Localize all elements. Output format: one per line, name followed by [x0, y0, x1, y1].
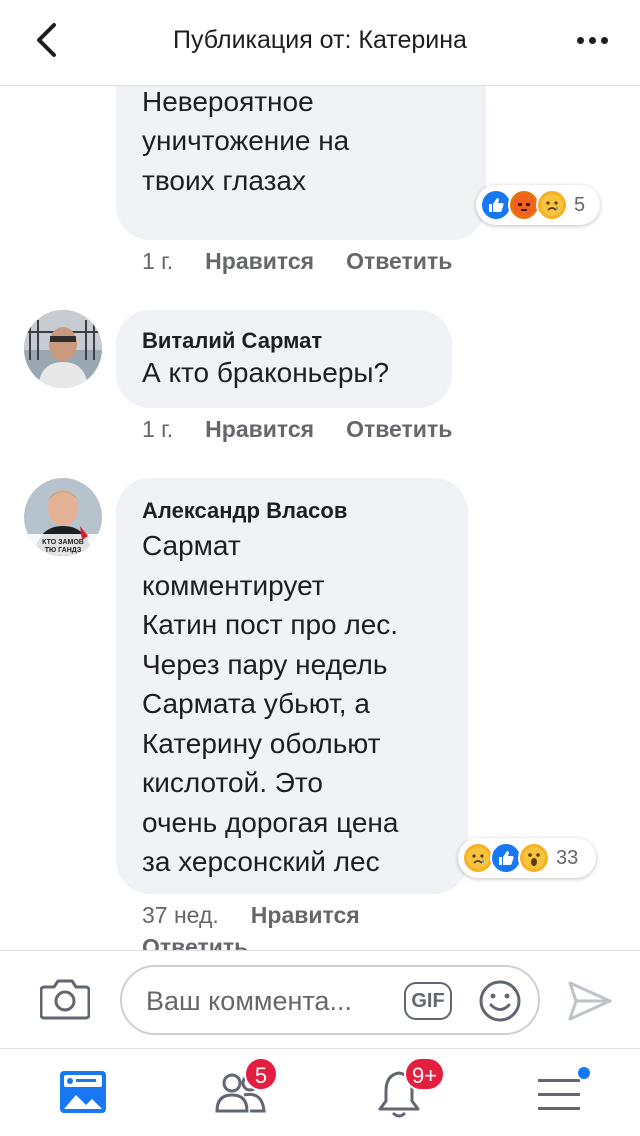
comment-author[interactable]: Виталий Сармат	[142, 310, 426, 354]
avatar-caption: КТО ЗАМОВ	[42, 539, 84, 546]
like-comment-button[interactable]: Нравится	[251, 902, 360, 928]
comment-composer: Ваш коммента... GIF	[0, 950, 640, 1048]
reactions-summary[interactable]: 33	[458, 838, 596, 878]
comment-input-placeholder: Ваш коммента...	[146, 986, 352, 1016]
menu-icon	[538, 1079, 580, 1110]
chevron-left-icon	[37, 23, 56, 57]
reply-comment-button[interactable]: Ответить	[346, 248, 452, 274]
comment-text: Сармат комментирует Катин пост про лес. …	[142, 530, 399, 877]
tab-friends[interactable]: 5	[190, 1049, 290, 1136]
like-comment-button[interactable]: Нравится	[205, 416, 314, 442]
gif-button[interactable]: GIF	[404, 982, 452, 1020]
comments-list[interactable]: Черкасской области. Невероятное уничтоже…	[0, 86, 640, 950]
bottom-tab-bar: 5 9+	[0, 1048, 640, 1136]
comment-text: А кто браконьеры?	[142, 357, 390, 388]
avatar-caption: ТЮ ГАНДЗ	[45, 547, 82, 554]
comment-bubble[interactable]: Александр Власов Сармат комментирует Кат…	[116, 478, 468, 894]
emoji-button[interactable]	[478, 979, 522, 1023]
comment-meta: 1 г. Нравится Ответить	[142, 248, 452, 275]
comment-time: 1 г.	[142, 416, 174, 442]
top-bar: Публикация от: Катерина	[0, 0, 640, 86]
comment-text: Черкасской области. Невероятное уничтоже…	[142, 86, 350, 196]
tab-notifications[interactable]: 9+	[350, 1049, 450, 1136]
notifications-badge: 9+	[404, 1057, 446, 1091]
comment-time: 37 нед.	[142, 902, 219, 928]
sad-reaction-icon	[536, 189, 568, 221]
comment-bubble[interactable]: Черкасской области. Невероятное уничтоже…	[116, 86, 486, 240]
comment-input[interactable]: Ваш коммента... GIF	[120, 965, 540, 1035]
comment-author[interactable]: Александр Власов	[142, 478, 442, 524]
camera-icon	[39, 979, 91, 1020]
comment-time: 1 г.	[142, 248, 174, 274]
like-comment-button[interactable]: Нравится	[205, 248, 314, 274]
comment-bubble[interactable]: Виталий Сармат А кто браконьеры?	[116, 310, 452, 408]
reply-comment-button[interactable]: Ответить	[346, 416, 452, 442]
reply-comment-button[interactable]: Ответить	[142, 934, 248, 950]
menu-notification-dot	[576, 1065, 592, 1081]
more-options-button[interactable]	[570, 20, 614, 60]
avatar[interactable]: КТО ЗАМОВ ТЮ ГАНДЗ	[24, 478, 102, 556]
camera-button[interactable]	[39, 975, 91, 1021]
friends-badge: 5	[244, 1057, 278, 1091]
page-title: Публикация от: Катерина	[173, 26, 467, 54]
send-icon	[568, 981, 612, 1021]
avatar[interactable]	[24, 310, 102, 388]
tab-menu[interactable]	[510, 1049, 610, 1136]
comment-meta: 1 г. Нравится Ответить	[142, 416, 452, 443]
dot-icon	[576, 36, 584, 44]
send-button[interactable]	[566, 979, 614, 1023]
reaction-count: 33	[556, 846, 579, 869]
back-button[interactable]	[26, 20, 66, 60]
dot-icon	[600, 36, 608, 44]
news-feed-icon	[60, 1071, 106, 1113]
tab-news-feed[interactable]	[30, 1049, 130, 1136]
reaction-count: 5	[574, 193, 586, 216]
smiley-icon	[479, 980, 521, 1022]
wow-reaction-icon	[518, 842, 550, 874]
dot-icon	[588, 36, 596, 44]
comment-meta: 37 нед. Нравится	[142, 902, 360, 929]
reactions-summary[interactable]: 5	[476, 185, 600, 225]
